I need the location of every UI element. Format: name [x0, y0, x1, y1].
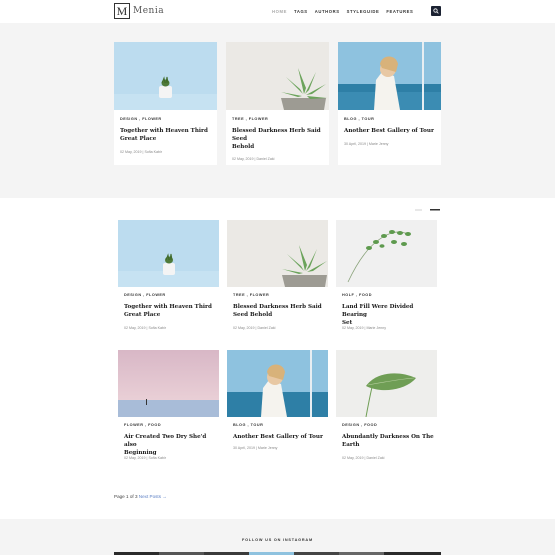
- post-meta: 02 May, 2019 | Daniel Zaki: [232, 157, 275, 161]
- post-title-line-2: Behold: [232, 144, 255, 150]
- post-title[interactable]: Air Created Two Dry She'd also Beginning: [124, 433, 219, 457]
- post-image-vine-branch: [336, 220, 437, 287]
- logo-mark: M: [114, 3, 130, 19]
- post-meta: 02 May, 2019 | Daniel Zaki: [342, 456, 385, 460]
- post-title[interactable]: Blessed Darkness Herb Said Seed Behold: [232, 127, 327, 151]
- post-title-line-1: Another Best Gallery of Tour: [233, 434, 323, 440]
- post-meta: 02 May, 2019 | Sofia Kabir: [124, 456, 167, 460]
- post-title[interactable]: Blessed Darkness Herb Said Seed Behold: [233, 303, 328, 319]
- post-image-pink-beach: [118, 350, 219, 417]
- post-title-line-1: Together with Heaven Third: [124, 304, 212, 310]
- post-category[interactable]: FLOWER , FOOD: [124, 423, 161, 427]
- instagram-heading: FOLLOW US ON INSTAGRAM: [242, 538, 313, 542]
- post-title-line-1: Blessed Darkness Herb Said Seed: [232, 128, 321, 142]
- post-card[interactable]: FLOWER , FOOD Air Created Two Dry She'd …: [118, 350, 219, 465]
- post-title-line-2: Earth: [342, 442, 360, 448]
- search-icon: [433, 8, 439, 14]
- post-title-line-1: Abundantly Darkness On The: [342, 434, 434, 440]
- post-meta: 02 May, 2019 | Marie Jenny: [342, 326, 387, 330]
- next-posts-link[interactable]: Next Posts →: [139, 494, 167, 499]
- post-title-line-1: Air Created Two Dry She'd also: [124, 434, 207, 448]
- post-meta: 02 May, 2019 | Sofia Kabir: [124, 326, 167, 330]
- nav-features[interactable]: FEATURES: [386, 9, 413, 14]
- post-title-line-2: Seed Behold: [233, 312, 273, 318]
- search-button[interactable]: [431, 6, 441, 16]
- post-meta: 02 May, 2019 | Sofia Kabir: [120, 150, 163, 154]
- featured-card[interactable]: BLOG , TOUR Another Best Gallery of Tour…: [338, 42, 441, 165]
- post-title-line-1: Another Best Gallery of Tour: [344, 128, 434, 134]
- post-category[interactable]: BLOG , TOUR: [233, 423, 263, 427]
- post-title[interactable]: Together with Heaven Third Great Place: [120, 127, 215, 143]
- post-image-plant-pot: [118, 220, 219, 287]
- post-meta: 02 May, 2019 | Daniel Zaki: [233, 326, 276, 330]
- slider-dots: [415, 209, 440, 211]
- featured-card[interactable]: TREE , FLOWER Blessed Darkness Herb Said…: [226, 42, 329, 165]
- post-card[interactable]: DESIGN , FOOD Abundantly Darkness On The…: [336, 350, 437, 465]
- site-logo[interactable]: M Menia: [114, 3, 164, 19]
- post-card[interactable]: BLOG , TOUR Another Best Gallery of Tour…: [227, 350, 328, 465]
- post-title[interactable]: Land Fill Were Divided Bearing Set: [342, 303, 437, 327]
- post-image-plant-pot: [114, 42, 217, 110]
- post-title[interactable]: Another Best Gallery of Tour: [344, 127, 439, 135]
- post-image-leaf: [336, 350, 437, 417]
- nav-authors[interactable]: AUTHORS: [315, 9, 340, 14]
- post-meta: 30 April, 2019 | Marie Jenny: [233, 446, 278, 450]
- post-category[interactable]: TREE , FLOWER: [233, 293, 269, 297]
- post-title-line-2: Great Place: [120, 136, 157, 142]
- slider-indicator[interactable]: [415, 198, 441, 211]
- post-category[interactable]: BLOG , TOUR: [344, 117, 374, 121]
- post-image-succulent: [226, 42, 329, 110]
- post-title[interactable]: Together with Heaven Third Great Place: [124, 303, 219, 319]
- post-meta: 30 April, 2019 | Marie Jenny: [344, 142, 389, 146]
- post-image-woman-sea: [227, 350, 328, 417]
- logo-text: Menia: [133, 6, 165, 16]
- post-category[interactable]: TREE , FLOWER: [232, 117, 268, 121]
- post-category[interactable]: DESIGN , FOOD: [342, 423, 377, 427]
- post-title-line-1: Together with Heaven Third: [120, 128, 208, 134]
- featured-slider: DESIGN , FLOWER Together with Heaven Thi…: [0, 23, 555, 211]
- featured-card[interactable]: DESIGN , FLOWER Together with Heaven Thi…: [114, 42, 217, 165]
- nav-styleguide[interactable]: STYLEGUIDE: [347, 9, 380, 14]
- post-title-line-2: Great Place: [124, 312, 161, 318]
- post-category[interactable]: HOLF , FOOD: [342, 293, 372, 297]
- post-category[interactable]: DESIGN , FLOWER: [120, 117, 162, 121]
- nav-home[interactable]: HOME: [272, 9, 287, 14]
- post-category[interactable]: DESIGN , FLOWER: [124, 293, 166, 297]
- post-title-line-1: Blessed Darkness Herb Said: [233, 304, 322, 310]
- nav-tags[interactable]: TAGS: [294, 9, 308, 14]
- post-title[interactable]: Another Best Gallery of Tour: [233, 433, 328, 441]
- page-indicator: Page 1 of 3: [114, 494, 138, 499]
- post-title[interactable]: Abundantly Darkness On The Earth: [342, 433, 437, 449]
- post-card[interactable]: HOLF , FOOD Land Fill Were Divided Beari…: [336, 220, 437, 335]
- post-image-succulent: [227, 220, 328, 287]
- site-header: M Menia HOME TAGS AUTHORS STYLEGUIDE FEA…: [0, 0, 555, 23]
- post-card[interactable]: TREE , FLOWER Blessed Darkness Herb Said…: [227, 220, 328, 335]
- post-title-line-1: Land Fill Were Divided Bearing: [342, 304, 414, 318]
- post-card[interactable]: DESIGN , FLOWER Together with Heaven Thi…: [118, 220, 219, 335]
- pagination: Page 1 of 3 Next Posts →: [114, 494, 167, 499]
- instagram-section: FOLLOW US ON INSTAGRAM: [0, 519, 555, 555]
- main-nav: HOME TAGS AUTHORS STYLEGUIDE FEATURES: [272, 9, 413, 14]
- post-image-woman-sea: [338, 42, 441, 110]
